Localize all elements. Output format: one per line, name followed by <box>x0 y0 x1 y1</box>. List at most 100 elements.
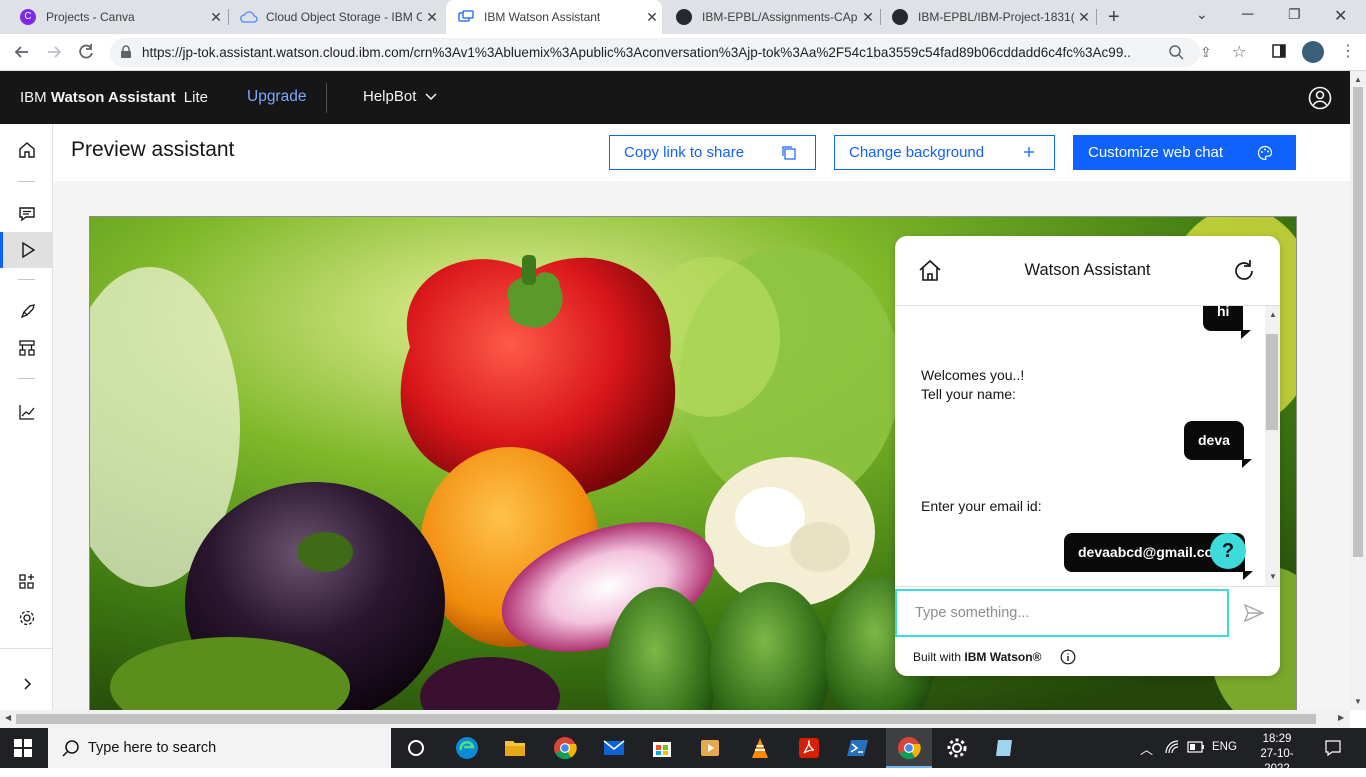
battery-icon[interactable] <box>1187 741 1205 753</box>
message-text: devaabcd@gmail.com <box>1078 544 1226 560</box>
close-icon[interactable]: ✕ <box>1074 9 1094 26</box>
acrobat-icon[interactable] <box>797 736 821 760</box>
expand-chevron-right-icon[interactable] <box>17 674 37 694</box>
tab-title: IBM Watson Assistant <box>484 10 601 24</box>
customize-web-chat-button[interactable]: Customize web chat <box>1073 135 1296 170</box>
store-icon[interactable] <box>650 736 674 760</box>
app-brand[interactable]: IBM Watson Assistant Lite <box>20 89 208 106</box>
browser-menu-icon[interactable]: ⋮ <box>1340 41 1356 61</box>
mail-icon[interactable] <box>602 736 626 760</box>
tab-title: Projects - Canva <box>46 10 135 24</box>
close-icon[interactable]: ✕ <box>422 9 442 26</box>
actions-icon[interactable] <box>17 204 37 224</box>
omnibox[interactable]: https://jp-tok.assistant.watson.cloud.ib… <box>110 38 1200 67</box>
task-view-icon[interactable] <box>404 736 428 760</box>
bot-message: Welcomes you..! Tell your name: <box>921 366 1024 404</box>
search-placeholder: Type here to search <box>88 740 217 756</box>
upgrade-link[interactable]: Upgrade <box>247 88 306 106</box>
home-icon[interactable] <box>17 140 37 160</box>
left-sidebar <box>0 124 53 710</box>
close-icon[interactable]: ✕ <box>642 9 662 26</box>
search-icon <box>62 740 79 757</box>
side-panel-icon[interactable] <box>1272 44 1286 58</box>
settings-gear-icon[interactable] <box>945 736 969 760</box>
notes-app-icon[interactable] <box>993 736 1017 760</box>
tab-title: Cloud Object Storage - IBM C <box>266 10 422 24</box>
publish-rocket-icon[interactable] <box>17 302 37 322</box>
powershell-icon[interactable] <box>846 736 870 760</box>
file-explorer-icon[interactable] <box>503 736 527 760</box>
wifi-icon[interactable] <box>1164 739 1180 755</box>
new-tab-button[interactable]: + <box>1108 6 1120 29</box>
tab-canva[interactable]: C Projects - Canva ✕ <box>10 0 226 34</box>
close-icon[interactable]: ✕ <box>858 9 878 26</box>
help-button[interactable]: ? <box>1210 533 1246 569</box>
close-icon[interactable]: ✕ <box>206 9 226 26</box>
assistant-switcher[interactable]: HelpBot <box>363 88 437 105</box>
information-icon[interactable] <box>1060 649 1076 665</box>
share-icon[interactable]: ⇪ <box>1200 44 1212 61</box>
copy-link-button[interactable]: Copy link to share <box>609 135 816 170</box>
tab-search-icon[interactable]: ⌄ <box>1196 6 1208 23</box>
minimize-button[interactable]: ─ <box>1242 6 1253 24</box>
message-line: Tell your name: <box>921 386 1016 402</box>
tab-watson-assistant[interactable]: IBM Watson Assistant ✕ <box>446 0 662 34</box>
vlc-icon[interactable] <box>748 736 772 760</box>
restore-button[interactable]: ❐ <box>1288 6 1301 23</box>
taskbar-search-box[interactable]: Type here to search <box>48 728 391 768</box>
chrome-icon[interactable] <box>553 736 577 760</box>
user-message: deva <box>1184 421 1252 468</box>
chat-header: Watson Assistant <box>895 236 1280 306</box>
url-text: https://jp-tok.assistant.watson.cloud.ib… <box>142 45 1132 60</box>
media-player-icon[interactable] <box>698 736 722 760</box>
zoom-icon[interactable] <box>1168 44 1184 60</box>
chat-scrollbar[interactable]: ▲ ▼ <box>1265 306 1280 586</box>
chat-message-input[interactable] <box>895 589 1229 637</box>
environments-icon[interactable] <box>17 338 37 358</box>
tab-github-project[interactable]: IBM-EPBL/IBM-Project-1831( ✕ <box>882 0 1094 34</box>
reload-button[interactable] <box>76 42 96 62</box>
settings-gear-icon[interactable] <box>17 608 37 628</box>
integrations-icon[interactable] <box>17 572 37 592</box>
message-list: hi Welcomes you..! Tell your name: deva … <box>895 306 1265 586</box>
bookmark-star-icon[interactable]: ☆ <box>1232 42 1246 62</box>
web-chat-window: Watson Assistant hi Welcomes you..! Tell… <box>895 236 1280 676</box>
clock-time: 18:29 <box>1262 733 1292 745</box>
analytics-icon[interactable] <box>17 402 37 422</box>
user-profile-icon[interactable] <box>1308 86 1332 110</box>
sidebar-item-preview[interactable] <box>0 232 53 268</box>
tab-cloud-storage[interactable]: Cloud Object Storage - IBM C ✕ <box>230 0 442 34</box>
forward-button[interactable] <box>44 42 64 62</box>
language-indicator[interactable]: ENG <box>1212 741 1237 753</box>
tab-github-assignments[interactable]: IBM-EPBL/Assignments-CApl ✕ <box>666 0 878 34</box>
clock[interactable]: 18:29 27-10-2022 <box>1248 732 1306 777</box>
github-icon <box>676 9 692 25</box>
copy-icon <box>782 146 796 160</box>
change-background-button[interactable]: Change background <box>834 135 1055 170</box>
message-text: deva <box>1198 432 1230 448</box>
edge-icon[interactable] <box>455 736 479 760</box>
chat-title: Watson Assistant <box>1024 261 1151 279</box>
message-line: Enter your email id: <box>921 498 1042 514</box>
back-button[interactable] <box>12 42 32 62</box>
brand-ibm: IBM <box>20 89 47 106</box>
chevron-down-icon <box>425 92 437 100</box>
brand-product: Watson Assistant <box>50 89 176 106</box>
windows-taskbar: Type here to search ︿ ENG 18:29 27-10-20… <box>0 728 1366 775</box>
profile-avatar[interactable] <box>1302 41 1324 63</box>
copy-link-label: Copy link to share <box>624 144 745 161</box>
clock-date: 27-10-2022 <box>1260 748 1294 775</box>
browser-tab-bar: C Projects - Canva ✕ Cloud Object Storag… <box>0 0 1366 34</box>
page-vertical-scrollbar[interactable]: ▲ ▼ <box>1350 71 1366 710</box>
show-hidden-icons-chevron-up-icon[interactable]: ︿ <box>1140 739 1153 758</box>
built-prefix: Built with <box>913 650 965 664</box>
page-horizontal-scrollbar[interactable]: ◀ ▶ <box>0 710 1350 728</box>
send-icon[interactable] <box>1243 602 1265 624</box>
restart-icon[interactable] <box>1231 258 1257 284</box>
lock-icon <box>120 45 132 59</box>
github-icon <box>892 9 908 25</box>
close-window-button[interactable]: ✕ <box>1334 6 1347 26</box>
windows-start-icon[interactable] <box>14 739 32 757</box>
notifications-icon[interactable] <box>1324 739 1342 757</box>
chrome-active-app[interactable] <box>886 728 932 768</box>
